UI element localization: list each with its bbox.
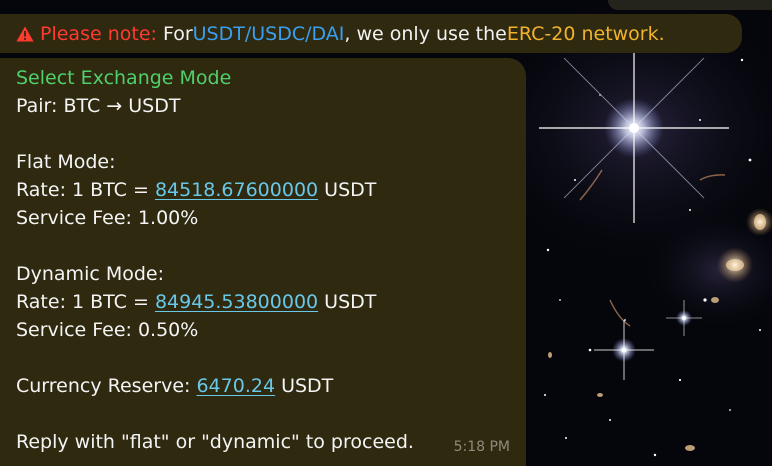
- reserve-unit: USDT: [275, 375, 334, 397]
- flat-fee-line: Service Fee: 1.00%: [16, 207, 199, 229]
- notice-text-middle: , we only use the: [344, 22, 507, 45]
- notice-coins: USDT/USDC/DAI: [192, 22, 345, 45]
- exchange-mode-message: Select Exchange Mode Pair: BTC → USDT Fl…: [0, 58, 526, 466]
- reserve-value-link[interactable]: 6470.24: [196, 375, 275, 397]
- flat-rate-prefix: Rate: 1 BTC =: [16, 179, 155, 201]
- pair-line: Pair: BTC → USDT: [16, 95, 181, 117]
- reserve-prefix: Currency Reserve:: [16, 375, 197, 397]
- dynamic-mode-heading: Dynamic Mode:: [16, 263, 165, 285]
- network-notice-banner: Please note: For USDT/USDC/DAI , we only…: [0, 14, 742, 53]
- dynamic-rate-line: Rate: 1 BTC = 84945.53800000 USDT: [16, 288, 510, 316]
- warning-icon: [16, 26, 34, 42]
- flat-rate-value-link[interactable]: 84518.67600000: [155, 179, 318, 201]
- flat-rate-line: Rate: 1 BTC = 84518.67600000 USDT: [16, 176, 510, 204]
- message-timestamp: 5:18 PM: [453, 439, 510, 455]
- dynamic-rate-unit: USDT: [318, 291, 377, 313]
- reply-hint: Reply with "flat" or "dynamic" to procee…: [16, 431, 414, 453]
- notice-network: ERC-20 network.: [506, 22, 665, 45]
- flat-rate-unit: USDT: [318, 179, 377, 201]
- dynamic-fee-line: Service Fee: 0.50%: [16, 319, 199, 341]
- message-title: Select Exchange Mode: [16, 67, 232, 89]
- reserve-line: Currency Reserve: 6470.24 USDT: [16, 372, 510, 400]
- notice-label: Please note:: [40, 22, 157, 45]
- dynamic-rate-prefix: Rate: 1 BTC =: [16, 291, 155, 313]
- notice-text-before: For: [162, 22, 193, 45]
- dynamic-rate-value-link[interactable]: 84945.53800000: [155, 291, 318, 313]
- previous-message-edge: [608, 0, 772, 10]
- flat-mode-heading: Flat Mode:: [16, 151, 116, 173]
